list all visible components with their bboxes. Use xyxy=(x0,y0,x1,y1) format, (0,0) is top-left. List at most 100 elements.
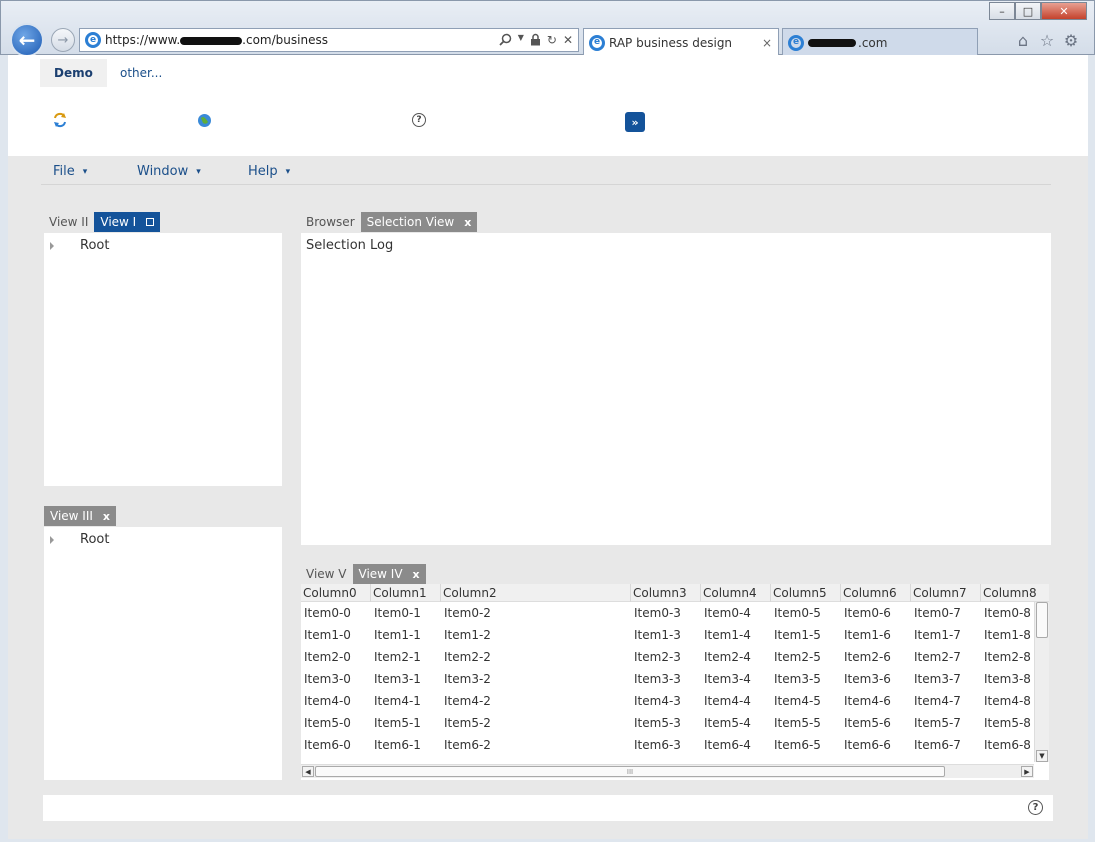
tab-label: View V xyxy=(306,567,347,581)
table-cell: Item5-2 xyxy=(444,716,491,730)
column-header[interactable]: Column4 xyxy=(701,584,771,602)
tree-item-root[interactable]: Root xyxy=(50,238,109,253)
column-header[interactable]: Column0 xyxy=(301,584,371,602)
close-tab-icon[interactable]: x xyxy=(103,510,110,523)
table-cell: Item5-6 xyxy=(844,716,891,730)
table-row[interactable]: Item4-0 Item4-1 Item4-2 Item4-3 Item4-4 Item4… xyxy=(301,690,1034,712)
refresh-arrows-icon[interactable] xyxy=(52,112,68,128)
tree-item-root[interactable]: Root xyxy=(50,532,109,547)
chevron-down-icon: ▾ xyxy=(82,166,88,177)
refresh-icon[interactable]: ↻ xyxy=(547,33,557,47)
tab-view-i[interactable]: View I xyxy=(94,212,161,232)
close-window-button[interactable]: ✕ xyxy=(1041,2,1087,20)
forward-button[interactable]: → xyxy=(51,28,75,52)
browser-tab-inactive[interactable]: e .com xyxy=(782,28,978,56)
help-icon[interactable]: ? xyxy=(411,112,427,128)
scroll-thumb[interactable]: III xyxy=(315,766,945,777)
table-cell: Item2-3 xyxy=(634,650,681,664)
table-row[interactable]: Item7-0Item7-1Item7-2Item7-3Item7-4Item7… xyxy=(301,756,1034,762)
tab-label: View III xyxy=(50,509,93,523)
tab-view-ii[interactable]: View II xyxy=(43,212,94,232)
url-prefix: https://www. xyxy=(105,33,181,47)
table-cell: Item3-3 xyxy=(634,672,681,686)
restore-icon[interactable] xyxy=(146,218,155,226)
scroll-left-icon[interactable]: ◀ xyxy=(302,766,314,777)
table-row[interactable]: Item3-0 Item3-1 Item3-2 Item3-3 Item3-4 Item3… xyxy=(301,668,1034,690)
column-header[interactable]: Column3 xyxy=(631,584,701,602)
menu-window[interactable]: Window ▾ xyxy=(137,164,201,179)
table-cell: Item1-6 xyxy=(844,628,891,642)
scroll-down-icon[interactable]: ▼ xyxy=(1036,750,1048,762)
table-cell: Item0-5 xyxy=(774,606,821,620)
tab-selection-view[interactable]: Selection View x xyxy=(360,212,478,232)
tab-label: Browser xyxy=(306,215,355,229)
tab-view-v[interactable]: View V xyxy=(300,564,353,584)
table-cell: Item0-7 xyxy=(914,606,961,620)
horizontal-scrollbar[interactable]: ◀ III ▶ xyxy=(301,764,1034,778)
close-tab-icon[interactable]: x xyxy=(413,568,420,581)
minimize-button[interactable]: – xyxy=(989,2,1015,20)
dropdown-icon[interactable]: ▼ xyxy=(518,33,524,47)
lock-icon[interactable] xyxy=(530,33,541,46)
table-cell: Item3-1 xyxy=(374,672,421,686)
more-button[interactable]: » xyxy=(625,112,645,132)
column-header[interactable]: Column8 xyxy=(981,584,1049,602)
menu-file[interactable]: File ▾ xyxy=(53,164,87,179)
search-icon[interactable] xyxy=(499,33,512,46)
vertical-scrollbar[interactable]: ▼ xyxy=(1034,602,1049,762)
tab-browser[interactable]: Browser xyxy=(300,212,361,232)
status-help-icon[interactable]: ? xyxy=(1028,800,1043,815)
close-tab-icon[interactable]: × xyxy=(762,36,772,50)
table-row[interactable]: Item5-0 Item5-1 Item5-2 Item5-3 Item5-4 Item5… xyxy=(301,712,1034,734)
table-cell: Item0-3 xyxy=(634,606,681,620)
table-row[interactable]: Item1-0 Item1-1 Item1-2 Item1-3 Item1-4 Item1… xyxy=(301,624,1034,646)
expand-arrow-icon[interactable] xyxy=(50,535,54,544)
favorites-icon[interactable]: ☆ xyxy=(1037,30,1057,50)
column-header[interactable]: Column1 xyxy=(371,584,441,602)
address-bar[interactable]: e https://www. .com/business ▼ ↻ ✕ xyxy=(79,28,579,52)
table-row[interactable]: Item0-0 Item0-1 Item0-2 Item0-3 Item0-4 Item0… xyxy=(301,602,1034,624)
table-cell: Item5-5 xyxy=(774,716,821,730)
back-button[interactable]: ← xyxy=(10,23,44,57)
column-header[interactable]: Column5 xyxy=(771,584,841,602)
menu-help[interactable]: Help ▾ xyxy=(248,164,290,179)
table-cell: Item3-4 xyxy=(704,672,751,686)
table-cell: Item1-5 xyxy=(774,628,821,642)
address-url[interactable]: https://www. .com/business xyxy=(105,33,499,47)
tab-label: Selection View xyxy=(366,215,455,229)
close-tab-icon[interactable]: x xyxy=(464,216,471,229)
table-cell: Item1-1 xyxy=(374,628,421,642)
browser-tab-active[interactable]: e RAP business design × xyxy=(583,28,779,56)
tree-item-label: Root xyxy=(80,532,110,547)
table-cell: Item2-5 xyxy=(774,650,821,664)
table-cell: Item2-6 xyxy=(844,650,891,664)
stop-icon[interactable]: ✕ xyxy=(563,33,573,47)
tab-view-iv[interactable]: View IV x xyxy=(352,564,426,584)
tab-view-iii[interactable]: View III x xyxy=(44,506,117,526)
column-header[interactable]: Column7 xyxy=(911,584,981,602)
table-cell: Item3-8 xyxy=(984,672,1031,686)
table-row[interactable]: Item6-0 Item6-1 Item6-2 Item6-3 Item6-4 Item6… xyxy=(301,734,1034,756)
globe-icon[interactable] xyxy=(196,112,212,128)
settings-icon[interactable]: ⚙ xyxy=(1061,30,1081,50)
scroll-right-icon[interactable]: ▶ xyxy=(1021,766,1033,777)
menu-bar: File ▾ Window ▾ Help ▾ xyxy=(41,156,1051,185)
home-icon[interactable]: ⌂ xyxy=(1013,30,1033,50)
table-cell: Item6-8 xyxy=(984,738,1031,752)
column-header[interactable]: Column2 xyxy=(441,584,631,602)
table-cell: Item2-0 xyxy=(304,650,351,664)
chevron-down-icon: ▾ xyxy=(196,166,201,177)
table-cell: Item1-8 xyxy=(984,628,1031,642)
left-bottom-tabs: View III x xyxy=(44,506,117,526)
column-header[interactable]: Column6 xyxy=(841,584,911,602)
top-tab-other[interactable]: other... xyxy=(106,59,176,87)
maximize-button[interactable]: □ xyxy=(1015,2,1041,20)
right-top-tabs: Browser Selection View x xyxy=(300,212,478,232)
table-row[interactable]: Item2-0 Item2-1 Item2-2 Item2-3 Item2-4 Item2… xyxy=(301,646,1034,668)
top-tab-demo[interactable]: Demo xyxy=(40,59,107,87)
expand-arrow-icon[interactable] xyxy=(50,241,54,250)
table-cell: Item1-2 xyxy=(444,628,491,642)
table-cell: Item7-6 xyxy=(841,756,911,762)
scroll-thumb[interactable] xyxy=(1036,602,1048,638)
table-cell: Item7-8 xyxy=(981,756,1034,762)
